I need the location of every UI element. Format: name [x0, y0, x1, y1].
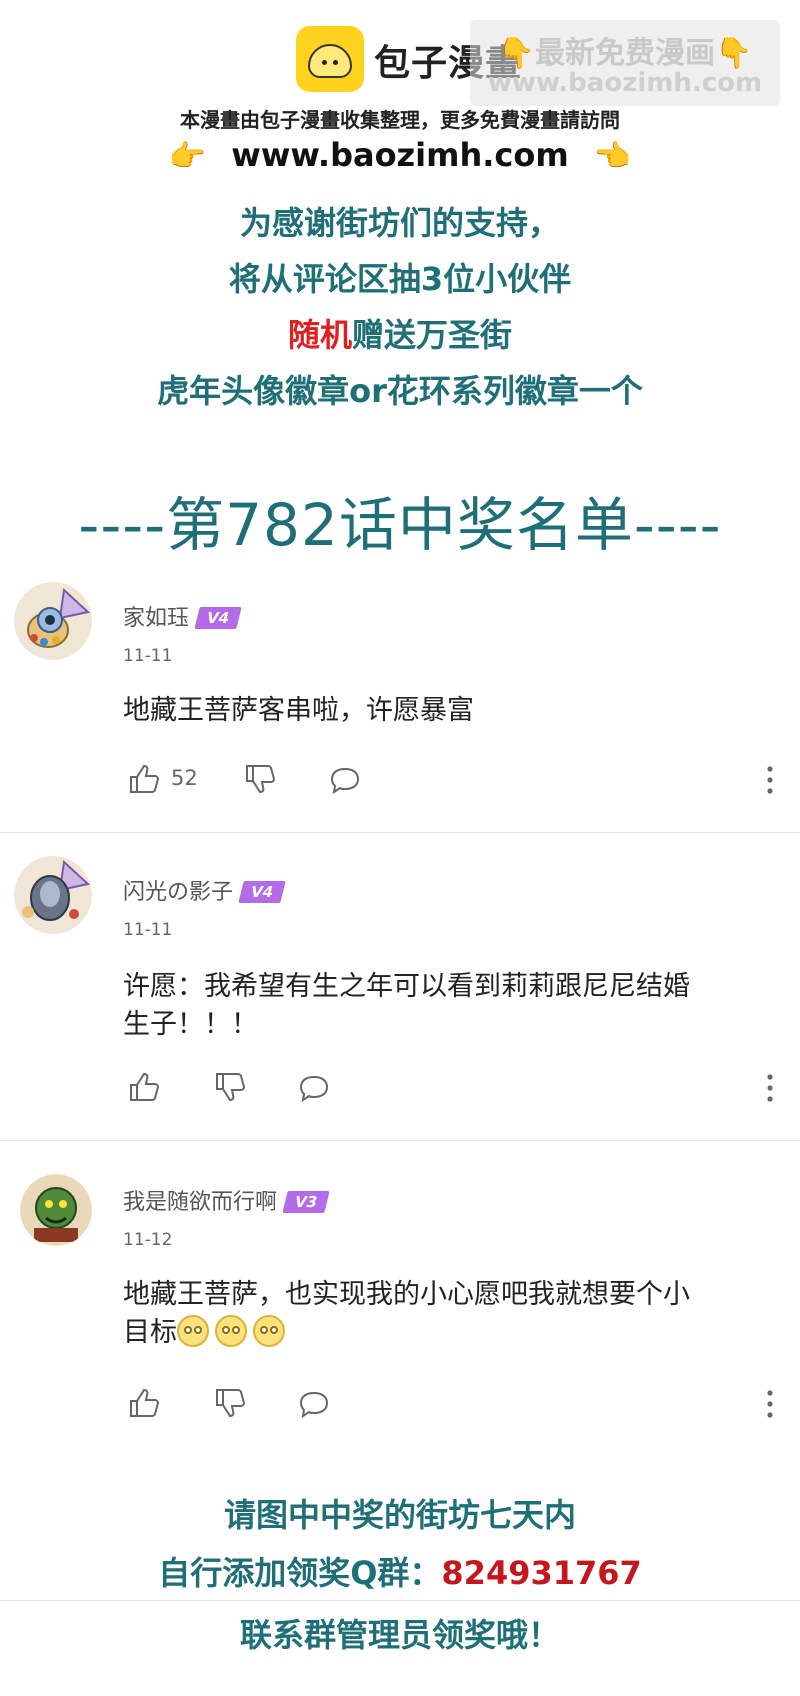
promo-line2: 将从评论区抽3位小伙伴	[228, 260, 572, 298]
speech-bubble-icon	[299, 1075, 329, 1103]
footer-line3: 联系群管理员领奖哦！	[239, 1616, 560, 1654]
avatar-artwork	[14, 582, 92, 660]
dislike-button[interactable]	[213, 1386, 247, 1424]
username[interactable]: 家如珏	[123, 606, 189, 631]
comment-text: 地藏王菩萨，也实现我的小心愿吧我就想要个小 目标	[123, 1276, 690, 1352]
comment-date: 11-11	[123, 646, 173, 666]
footer-qq-group-label: 自行添加领奖Q群：	[158, 1554, 442, 1592]
avatar-icon[interactable]	[14, 582, 92, 660]
vip-level-badge: V4	[238, 881, 286, 903]
dislike-button[interactable]	[243, 762, 277, 800]
like-button[interactable]	[127, 1386, 161, 1424]
pointing-left-icon: 👈	[593, 139, 632, 174]
footer-line2: 自行添加领奖Q群：824931767	[0, 1548, 800, 1594]
like-button[interactable]	[127, 1070, 161, 1108]
comment-card: 我是随欲而行啊 V3 11-12 地藏王菩萨，也实现我的小心愿吧我就想要个小 目标	[0, 1142, 800, 1452]
thumbs-up-icon	[130, 764, 160, 793]
dizzy-face-emoji-icon	[253, 1315, 285, 1347]
thumbs-up-icon	[130, 1388, 160, 1417]
watermark-banner[interactable]: 👇最新免费漫画👇 www.baozimh.com	[470, 20, 780, 106]
comment-text-line: 许愿：我希望有生之年可以看到莉莉跟尼尼结婚	[123, 971, 690, 1002]
comment-text: 地藏王菩萨客串啦，许愿暴富	[123, 695, 474, 726]
promo-line3-rest: 赠送万圣街	[352, 316, 513, 354]
comment-card: 家如珏 V4 11-11 地藏王菩萨客串啦，许愿暴富 52	[0, 560, 800, 820]
site-notice: 本漫畫由包子漫畫收集整理，更多免費漫畫請訪問	[180, 108, 620, 132]
more-options-icon[interactable]	[764, 764, 776, 796]
comment-date: 11-11	[123, 920, 173, 940]
username[interactable]: 我是随欲而行啊	[123, 1190, 277, 1215]
comment-date: 11-12	[123, 1230, 173, 1250]
like-count: 52	[171, 766, 198, 790]
thumbs-down-icon	[216, 1073, 246, 1102]
baozi-logo-icon	[296, 26, 364, 92]
bun-shape	[308, 44, 352, 78]
comment-text-line2: 目标	[123, 1314, 690, 1352]
dislike-button[interactable]	[213, 1070, 247, 1108]
username[interactable]: 闪光の影子	[123, 880, 233, 905]
reply-button[interactable]	[297, 1388, 331, 1426]
promo-line3: 随机赠送万圣街	[0, 310, 800, 356]
footer-line1: 请图中中奖的街坊七天内	[223, 1496, 576, 1534]
avatar-icon[interactable]	[14, 856, 92, 934]
speech-bubble-icon	[330, 767, 360, 795]
avatar-artwork	[14, 856, 92, 934]
like-button[interactable]	[127, 762, 161, 800]
username-row: 家如珏 V4	[123, 600, 242, 632]
reply-button[interactable]	[328, 764, 362, 802]
speech-bubble-icon	[299, 1391, 329, 1419]
site-url-link[interactable]: www.baozimh.com	[231, 136, 568, 174]
thumbs-up-icon	[130, 1072, 160, 1101]
username-row: 闪光の影子 V4	[123, 874, 286, 906]
watermark-line1: 👇最新免费漫画👇	[497, 36, 753, 71]
vip-level-badge: V4	[194, 607, 242, 629]
winners-title: ----第782话中奖名单----	[78, 491, 722, 559]
promo-line1: 为感谢街坊们的支持，	[239, 204, 560, 242]
right-eye	[333, 60, 338, 65]
comment-divider	[0, 1140, 800, 1141]
promo-line4: 虎年头像徽章or花环系列徽章一个	[157, 372, 643, 410]
thumbs-down-icon	[246, 765, 276, 794]
footer-divider	[0, 1600, 800, 1601]
comment-text-line: 目标	[123, 1317, 177, 1348]
site-url-row[interactable]: 👉 www.baozimh.com 👈	[0, 136, 800, 174]
promo-random-highlight: 随机	[287, 316, 352, 354]
qq-group-number[interactable]: 824931767	[441, 1554, 641, 1592]
watermark-line2: www.baozimh.com	[487, 68, 763, 98]
comment-card: 闪光の影子 V4 11-11 许愿：我希望有生之年可以看到莉莉跟尼尼结婚 生子！！…	[0, 834, 800, 1134]
dizzy-face-emoji-icon	[215, 1315, 247, 1347]
more-options-icon[interactable]	[764, 1072, 776, 1104]
avatar-artwork	[20, 1174, 92, 1246]
comment-divider	[0, 832, 800, 833]
reply-button[interactable]	[297, 1072, 331, 1110]
left-eye	[322, 60, 327, 65]
comment-text: 许愿：我希望有生之年可以看到莉莉跟尼尼结婚 生子！！！	[123, 968, 690, 1044]
thumbs-down-icon	[216, 1389, 246, 1418]
more-options-icon[interactable]	[764, 1388, 776, 1420]
comment-text-line: 生子！！！	[123, 1009, 258, 1040]
username-row: 我是随欲而行啊 V3	[123, 1184, 330, 1216]
dizzy-face-emoji-icon	[177, 1315, 209, 1347]
pointing-right-icon: 👉	[168, 139, 207, 174]
comment-text-line: 地藏王菩萨，也实现我的小心愿吧我就想要个小	[123, 1279, 690, 1310]
avatar-icon[interactable]	[20, 1174, 92, 1246]
vip-level-badge: V3	[282, 1191, 330, 1213]
